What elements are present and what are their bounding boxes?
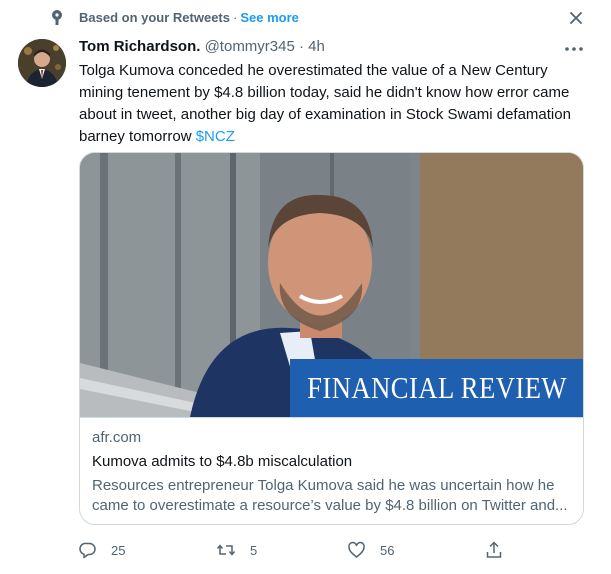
like-count: 56 [380,542,395,558]
tweet-text: Tolga Kumova conceded he overestimated t… [79,60,584,148]
heart-icon [348,541,365,558]
card-title: Kumova admits to $4.8b miscalculation [92,453,353,470]
reply-count: 25 [111,542,126,558]
context-text: Based on your Retweets · See more [79,10,299,25]
card-domain: afr.com [92,429,142,446]
share-icon [486,541,502,558]
like-button[interactable]: 56 [347,535,394,565]
action-bar: 25 5 56 [79,535,584,565]
avatar-image [18,39,66,87]
avatar[interactable] [18,39,66,87]
context-bar: Based on your Retweets · See more [0,0,611,36]
brand-banner-text: FINANCIAL REVIEW [307,370,568,405]
card-body: afr.com Kumova admits to $4.8b miscalcul… [80,417,583,524]
close-icon[interactable] [566,8,586,28]
sparkle-icon [52,10,62,25]
card-description: Resources entrepreneur Tolga Kumova said… [92,477,568,514]
link-card[interactable]: FINANCIAL REVIEW afr.com Kumova admits t… [79,152,584,525]
see-more-link[interactable]: See more [240,10,299,25]
author-name[interactable]: Tom Richardson. [79,38,200,55]
reply-button[interactable]: 25 [79,535,125,565]
retweet-button[interactable]: 5 [216,535,257,565]
header-separator: · [299,38,304,55]
tweet-header: Tom Richardson. @tommyr345 · 4h [79,38,325,55]
cashtag-link[interactable]: $NCZ [196,128,235,145]
retweet-icon [216,544,236,556]
retweet-count: 5 [250,542,258,558]
context-label: Based on your Retweets [79,10,230,25]
author-handle[interactable]: @tommyr345 [205,38,295,55]
tweet-body: Tolga Kumova conceded he overestimated t… [79,62,571,145]
share-button[interactable] [485,535,503,565]
reply-icon [79,542,96,559]
tweet-time[interactable]: 4h [308,38,325,55]
brand-banner: FINANCIAL REVIEW [290,359,583,417]
context-separator: · [233,10,238,25]
more-options-icon[interactable] [562,41,586,57]
